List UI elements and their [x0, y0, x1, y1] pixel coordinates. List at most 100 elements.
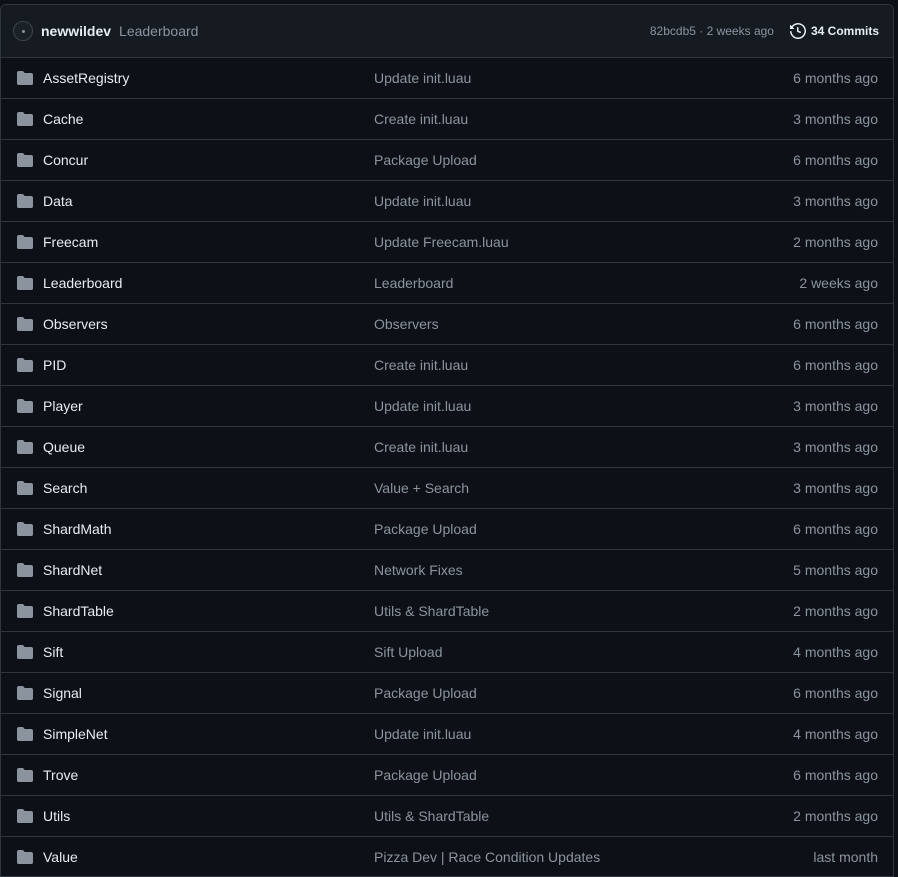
file-row[interactable]: ShardNet Network Fixes 5 months ago	[1, 550, 893, 591]
commit-age: 4 months ago	[793, 726, 878, 742]
commit-message-link[interactable]: Create init.luau	[374, 439, 468, 455]
commit-message-link[interactable]: Pizza Dev | Race Condition Updates	[374, 849, 600, 865]
file-row[interactable]: Utils Utils & ShardTable 2 months ago	[1, 796, 893, 837]
latest-commit-bar: newwildev Leaderboard 82bcdb5 · 2 weeks …	[1, 5, 893, 58]
file-row[interactable]: PID Create init.luau 6 months ago	[1, 345, 893, 386]
file-name-link[interactable]: ShardMath	[43, 521, 111, 537]
history-icon	[789, 23, 806, 39]
commit-message-link[interactable]: Utils & ShardTable	[374, 603, 489, 619]
folder-icon	[17, 317, 33, 331]
folder-icon	[17, 481, 33, 495]
file-name-link[interactable]: Freecam	[43, 234, 98, 250]
file-row[interactable]: SimpleNet Update init.luau 4 months ago	[1, 714, 893, 755]
file-row[interactable]: Data Update init.luau 3 months ago	[1, 181, 893, 222]
file-name-link[interactable]: Player	[43, 398, 83, 414]
commit-message-link[interactable]: Create init.luau	[374, 357, 468, 373]
file-row[interactable]: Concur Package Upload 6 months ago	[1, 140, 893, 181]
file-row[interactable]: AssetRegistry Update init.luau 6 months …	[1, 58, 893, 99]
folder-icon	[17, 276, 33, 290]
file-row[interactable]: ShardMath Package Upload 6 months ago	[1, 509, 893, 550]
folder-icon	[17, 194, 33, 208]
commit-age: 6 months ago	[793, 152, 878, 168]
commit-message-link[interactable]: Package Upload	[374, 152, 477, 168]
folder-icon	[17, 850, 33, 864]
commit-age: last month	[813, 849, 878, 865]
commit-message-link[interactable]: Update init.luau	[374, 193, 471, 209]
commit-age: 6 months ago	[793, 685, 878, 701]
commit-age: 6 months ago	[793, 357, 878, 373]
commit-age: 2 months ago	[793, 808, 878, 824]
file-name-link[interactable]: ShardNet	[43, 562, 102, 578]
file-name-link[interactable]: Observers	[43, 316, 108, 332]
file-row[interactable]: Cache Create init.luau 3 months ago	[1, 99, 893, 140]
commit-message-link[interactable]: Package Upload	[374, 767, 477, 783]
file-row[interactable]: Queue Create init.luau 3 months ago	[1, 427, 893, 468]
commit-age: 4 months ago	[793, 644, 878, 660]
file-row[interactable]: Signal Package Upload 6 months ago	[1, 673, 893, 714]
commit-age: 3 months ago	[793, 480, 878, 496]
file-name-link[interactable]: SimpleNet	[43, 726, 108, 742]
file-name-link[interactable]: Signal	[43, 685, 82, 701]
file-row[interactable]: Observers Observers 6 months ago	[1, 304, 893, 345]
commit-age: 3 months ago	[793, 398, 878, 414]
file-row[interactable]: Value Pizza Dev | Race Condition Updates…	[1, 837, 893, 876]
folder-icon	[17, 686, 33, 700]
folder-icon	[17, 399, 33, 413]
folder-icon	[17, 563, 33, 577]
file-name-link[interactable]: Value	[43, 849, 78, 865]
file-name-link[interactable]: ShardTable	[43, 603, 114, 619]
file-row[interactable]: Trove Package Upload 6 months ago	[1, 755, 893, 796]
folder-icon	[17, 645, 33, 659]
commit-hash-time[interactable]: 82bcdb5 · 2 weeks ago	[650, 24, 774, 38]
commit-age: 3 months ago	[793, 439, 878, 455]
file-row[interactable]: Freecam Update Freecam.luau 2 months ago	[1, 222, 893, 263]
file-name-link[interactable]: Cache	[43, 111, 83, 127]
folder-icon	[17, 358, 33, 372]
file-row[interactable]: Player Update init.luau 3 months ago	[1, 386, 893, 427]
commit-message-link[interactable]: Network Fixes	[374, 562, 463, 578]
file-name-link[interactable]: Search	[43, 480, 87, 496]
file-row[interactable]: Sift Sift Upload 4 months ago	[1, 632, 893, 673]
commit-message-link[interactable]: Update Freecam.luau	[374, 234, 509, 250]
avatar[interactable]	[13, 21, 33, 41]
folder-icon	[17, 768, 33, 782]
folder-icon	[17, 235, 33, 249]
file-name-link[interactable]: AssetRegistry	[43, 70, 129, 86]
commit-message-link[interactable]: Package Upload	[374, 521, 477, 537]
commit-message-link[interactable]: Update init.luau	[374, 398, 471, 414]
commit-age: 3 months ago	[793, 111, 878, 127]
file-name-link[interactable]: Sift	[43, 644, 63, 660]
commits-button[interactable]: 34 Commits	[789, 23, 879, 39]
folder-icon	[17, 522, 33, 536]
commit-message-link[interactable]: Update init.luau	[374, 70, 471, 86]
commit-age: 2 months ago	[793, 603, 878, 619]
commit-message-link[interactable]: Update init.luau	[374, 726, 471, 742]
file-name-link[interactable]: Leaderboard	[43, 275, 122, 291]
file-browser: newwildev Leaderboard 82bcdb5 · 2 weeks …	[0, 4, 894, 877]
commit-message-link[interactable]: Sift Upload	[374, 644, 442, 660]
file-name-link[interactable]: PID	[43, 357, 66, 373]
file-list: AssetRegistry Update init.luau 6 months …	[1, 58, 893, 876]
commit-age: 6 months ago	[793, 316, 878, 332]
file-name-link[interactable]: Utils	[43, 808, 70, 824]
file-name-link[interactable]: Queue	[43, 439, 85, 455]
latest-commit-message[interactable]: Leaderboard	[119, 23, 198, 39]
folder-icon	[17, 112, 33, 126]
file-row[interactable]: ShardTable Utils & ShardTable 2 months a…	[1, 591, 893, 632]
commit-message-link[interactable]: Utils & ShardTable	[374, 808, 489, 824]
commit-message-link[interactable]: Leaderboard	[374, 275, 453, 291]
commit-age: 2 months ago	[793, 234, 878, 250]
file-row[interactable]: Leaderboard Leaderboard 2 weeks ago	[1, 263, 893, 304]
commit-message-link[interactable]: Value + Search	[374, 480, 469, 496]
file-name-link[interactable]: Concur	[43, 152, 88, 168]
commit-age: 6 months ago	[793, 70, 878, 86]
commit-author[interactable]: newwildev	[41, 23, 111, 39]
file-row[interactable]: Search Value + Search 3 months ago	[1, 468, 893, 509]
commit-age: 3 months ago	[793, 193, 878, 209]
file-name-link[interactable]: Trove	[43, 767, 78, 783]
commit-message-link[interactable]: Package Upload	[374, 685, 477, 701]
commits-count-label: 34 Commits	[810, 24, 879, 38]
file-name-link[interactable]: Data	[43, 193, 73, 209]
commit-message-link[interactable]: Observers	[374, 316, 439, 332]
commit-message-link[interactable]: Create init.luau	[374, 111, 468, 127]
